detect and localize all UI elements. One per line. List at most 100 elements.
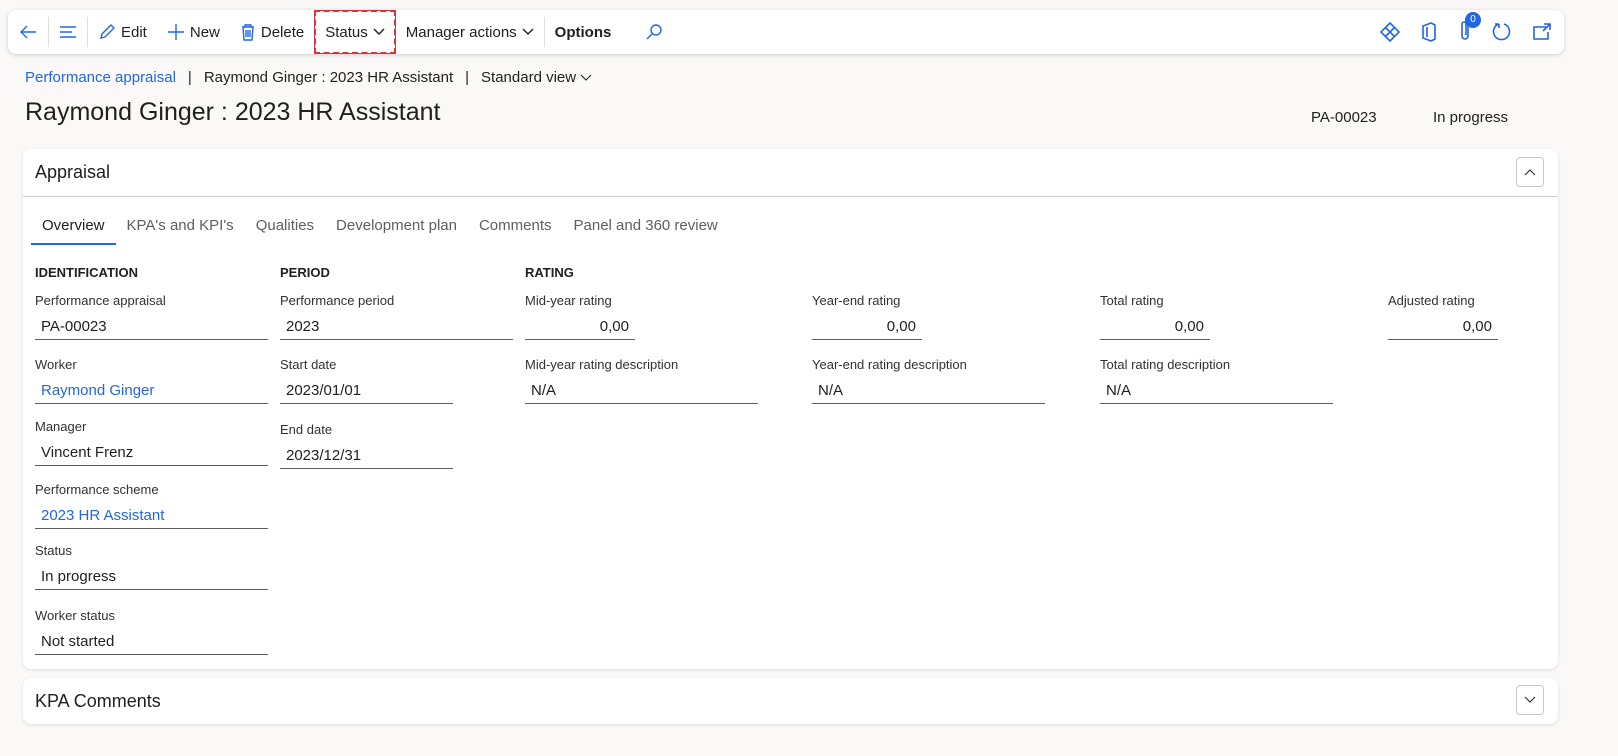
field-label: Mid-year rating	[525, 293, 612, 308]
field-value[interactable]: 2023/12/31	[280, 443, 453, 469]
field-value[interactable]: N/A	[812, 378, 1045, 404]
view-selector[interactable]: Standard view	[481, 69, 592, 86]
field-value[interactable]: Vincent Frenz	[35, 440, 268, 466]
field-label: Worker	[35, 357, 77, 372]
chevron-down-icon	[373, 28, 385, 35]
menu-icon	[60, 26, 76, 38]
field-value[interactable]: 0,00	[812, 314, 922, 340]
chevron-down-icon	[580, 74, 592, 81]
field: Performance appraisal PA-00023	[35, 293, 268, 340]
attachments-count-badge: 0	[1465, 11, 1481, 28]
power-apps-icon[interactable]	[1380, 22, 1400, 42]
field-value[interactable]: N/A	[525, 378, 758, 404]
field-value[interactable]: 2023 HR Assistant	[35, 503, 268, 529]
pencil-icon	[100, 24, 115, 39]
field-label: Manager	[35, 419, 87, 434]
field-label: Year-end rating description	[812, 357, 967, 372]
page-title: Raymond Ginger : 2023 HR Assistant	[25, 98, 441, 126]
action-pane: Edit New Delete Status Manager actions O…	[8, 10, 1564, 54]
field: Mid-year rating description N/A	[525, 357, 758, 404]
tab-qualities[interactable]: Qualities	[245, 217, 325, 245]
field-value[interactable]: 0,00	[1100, 314, 1210, 340]
status-menu-button[interactable]: Status	[314, 10, 396, 54]
chevron-down-icon	[522, 28, 534, 35]
new-button[interactable]: New	[157, 10, 230, 54]
field-label: Performance appraisal	[35, 293, 166, 308]
attachments-button[interactable]: 0	[1458, 11, 1481, 45]
field-value[interactable]: 0,00	[1388, 314, 1498, 340]
edit-button[interactable]: Edit	[88, 10, 157, 54]
collapse-button[interactable]	[1516, 157, 1544, 187]
chevron-up-icon	[1524, 169, 1536, 176]
breadcrumb-separator: |	[187, 69, 192, 86]
chevron-down-icon	[1524, 696, 1536, 703]
field-label: Adjusted rating	[1388, 293, 1475, 308]
field-value[interactable]: N/A	[1100, 378, 1333, 404]
field: Total rating 0,00	[1100, 293, 1210, 340]
field: Adjusted rating 0,00	[1388, 293, 1498, 340]
field-value[interactable]: Not started	[35, 629, 268, 655]
field-label: Total rating description	[1100, 357, 1231, 372]
field-label: End date	[280, 422, 333, 437]
tab-panel-and-360-review[interactable]: Panel and 360 review	[563, 217, 729, 245]
office-icon[interactable]	[1420, 22, 1438, 42]
field-label: Worker status	[35, 608, 115, 623]
delete-label: Delete	[260, 23, 305, 41]
expand-button[interactable]	[1516, 685, 1544, 715]
field-value[interactable]: 2023/01/01	[280, 378, 453, 404]
manager-actions-label: Manager actions	[405, 23, 517, 41]
back-button[interactable]	[8, 10, 48, 54]
field-label: Status	[35, 543, 72, 558]
section-heading: IDENTIFICATION	[35, 265, 139, 280]
manager-actions-button[interactable]: Manager actions	[396, 10, 544, 54]
back-arrow-icon	[20, 25, 36, 39]
field: Performance period 2023	[280, 293, 513, 340]
appraisal-fasttab: Appraisal Overview KPA's and KPI's Qualiti…	[23, 149, 1558, 669]
refresh-icon[interactable]	[1492, 22, 1512, 42]
field: Performance scheme 2023 HR Assistant	[35, 482, 268, 529]
field: Year-end rating description N/A	[812, 357, 1045, 404]
field: End date 2023/12/31	[280, 422, 453, 469]
tab-kpa-s-and-kpi-s[interactable]: KPA's and KPI's	[116, 217, 245, 245]
breadcrumb: Performance appraisal | Raymond Ginger : …	[25, 69, 592, 86]
breadcrumb-module-link[interactable]: Performance appraisal	[25, 69, 176, 86]
plus-icon	[167, 24, 184, 40]
field: Worker Raymond Ginger	[35, 357, 268, 404]
delete-button[interactable]: Delete	[230, 10, 314, 54]
field-value[interactable]: In progress	[35, 564, 268, 590]
tab-comments[interactable]: Comments	[468, 217, 563, 245]
status-label: Status	[325, 23, 368, 41]
header-id: PA-00023	[1311, 109, 1377, 126]
field-value[interactable]: Raymond Ginger	[35, 378, 268, 404]
field: Status In progress	[35, 543, 268, 590]
breadcrumb-record: Raymond Ginger : 2023 HR Assistant	[203, 69, 454, 86]
divider	[23, 196, 1558, 197]
tab-list: Overview KPA's and KPI's Qualities Developm…	[31, 217, 729, 245]
breadcrumb-separator: |	[465, 69, 470, 86]
edit-label: Edit	[121, 23, 147, 41]
search-button[interactable]	[635, 10, 673, 54]
field: Mid-year rating 0,00	[525, 293, 635, 340]
tab-development-plan[interactable]: Development plan	[325, 217, 468, 245]
field: Manager Vincent Frenz	[35, 419, 268, 466]
field-value[interactable]: 0,00	[525, 314, 635, 340]
appraisal-heading[interactable]: Appraisal	[35, 162, 110, 183]
kpa-comments-heading[interactable]: KPA Comments	[35, 691, 161, 712]
options-label: Options	[554, 23, 612, 41]
new-label: New	[189, 23, 220, 41]
field-label: Year-end rating	[812, 293, 901, 308]
view-label: Standard view	[481, 69, 577, 86]
menu-button[interactable]	[49, 10, 87, 54]
field: Start date 2023/01/01	[280, 357, 453, 404]
field-label: Performance scheme	[35, 482, 159, 497]
field-label: Start date	[280, 357, 337, 372]
field-value[interactable]: 2023	[280, 314, 513, 340]
field-label: Total rating	[1100, 293, 1164, 308]
search-icon	[646, 24, 663, 40]
field-label: Performance period	[280, 293, 395, 308]
tab-overview[interactable]: Overview	[31, 217, 116, 245]
field-value[interactable]: PA-00023	[35, 314, 268, 340]
options-button[interactable]: Options	[545, 10, 622, 54]
field: Year-end rating 0,00	[812, 293, 922, 340]
open-new-window-icon[interactable]	[1532, 23, 1552, 41]
